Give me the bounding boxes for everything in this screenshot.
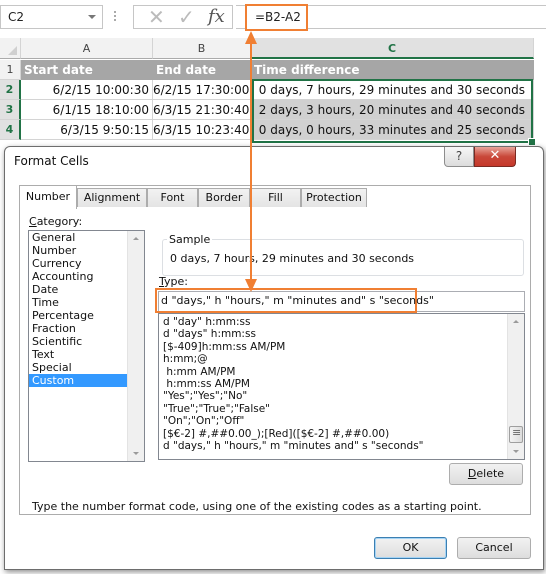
column-header-c[interactable]: C <box>251 38 534 59</box>
help-button[interactable]: ? <box>444 147 474 167</box>
format-code-item[interactable]: "Yes";"Yes";"No" <box>159 390 524 402</box>
format-code-item[interactable]: [$-409]h:mm:ss AM/PM <box>159 341 524 353</box>
category-accounting[interactable]: Accounting <box>29 270 129 283</box>
row-header-3[interactable]: 3 <box>0 100 21 120</box>
row-header-4[interactable]: 4 <box>0 120 21 140</box>
scroll-up-icon[interactable] <box>133 237 139 240</box>
cell-a3[interactable]: 6/1/15 18:10:00 <box>21 100 153 120</box>
category-percentage[interactable]: Percentage <box>29 309 129 322</box>
category-currency[interactable]: Currency <box>29 257 129 270</box>
row-header-1[interactable]: 1 <box>0 60 21 80</box>
close-button[interactable]: ✕ <box>474 147 516 167</box>
format-code-item[interactable]: [$€-2] #,##0.00_);[Red]([$€-2] #,##0.00) <box>159 428 524 440</box>
grip-icon[interactable] <box>114 11 116 23</box>
format-code-item[interactable]: h:mm:ss AM/PM <box>159 378 524 390</box>
cell-c1[interactable]: Time difference <box>251 60 534 80</box>
delete-button[interactable]: Delete <box>449 463 523 485</box>
cancel-icon[interactable]: ✕ <box>148 6 165 28</box>
cell-a2[interactable]: 6/2/15 10:00:30 <box>21 80 153 100</box>
spreadsheet-grid: A B C 1 2 3 4 Start date End date Time d… <box>0 38 546 148</box>
tab-protection[interactable]: Protection <box>301 188 367 207</box>
category-number[interactable]: Number <box>29 244 129 257</box>
enter-icon[interactable]: ✓ <box>178 6 195 28</box>
name-box[interactable]: C2 <box>0 5 103 29</box>
category-list[interactable]: General Number Currency Accounting Date … <box>28 230 145 462</box>
type-input[interactable]: d "days," h "hours," m "minutes and" s "… <box>155 288 434 313</box>
scroll-down-icon[interactable] <box>133 452 139 455</box>
format-code-item[interactable]: d "days," h "hours," m "minutes and" s "… <box>159 440 524 452</box>
annotation-arrow-down-icon <box>245 279 257 292</box>
dialog-title: Format Cells <box>14 154 89 168</box>
format-code-list[interactable]: d "day" h:mm:ss d "days" h:mm:ss [$-409]… <box>158 313 525 460</box>
chevron-down-icon[interactable] <box>88 15 96 19</box>
tab-border[interactable]: Border <box>198 188 250 207</box>
cell-b1[interactable]: End date <box>153 60 251 80</box>
format-code-item[interactable]: h:mm;@ <box>159 353 524 365</box>
tab-fill[interactable]: Fill <box>250 188 301 207</box>
category-date[interactable]: Date <box>29 283 129 296</box>
sample-label: Sample <box>167 233 213 246</box>
cell-c4[interactable]: 0 days, 0 hours, 33 minutes and 25 secon… <box>251 120 534 140</box>
format-code-scrollbar[interactable] <box>507 314 524 459</box>
category-time[interactable]: Time <box>29 296 129 309</box>
formula-buttons: ✕ ✓ fx <box>133 5 233 29</box>
format-code-item[interactable]: d "day" h:mm:ss <box>159 316 524 328</box>
category-custom[interactable]: Custom <box>29 374 129 387</box>
category-scrollbar[interactable] <box>127 231 144 461</box>
ok-button[interactable]: OK <box>374 537 447 559</box>
cell-a1[interactable]: Start date <box>21 60 153 80</box>
format-code-item[interactable]: h:mm AM/PM <box>159 366 524 378</box>
format-code-item[interactable]: "True";"True";"False" <box>159 403 524 415</box>
formula-input[interactable]: =B2-A2 <box>245 4 308 31</box>
column-header-a[interactable]: A <box>21 38 153 59</box>
name-box-value: C2 <box>8 10 25 24</box>
category-general[interactable]: General <box>29 231 129 244</box>
cell-c2[interactable]: 0 days, 7 hours, 29 minutes and 30 secon… <box>251 80 534 100</box>
sample-value: 0 days, 7 hours, 29 minutes and 30 secon… <box>170 252 415 265</box>
formula-bar: C2 ✕ ✓ fx =B2-A2 <box>0 0 546 40</box>
category-scientific[interactable]: Scientific <box>29 335 129 348</box>
cell-b2[interactable]: 6/2/15 17:30:00 <box>153 80 251 100</box>
hint-text: Type the number format code, using one o… <box>32 500 482 513</box>
tab-number[interactable]: Number <box>19 185 77 209</box>
cell-a4[interactable]: 6/3/15 9:50:15 <box>21 120 153 140</box>
cancel-button[interactable]: Cancel <box>457 537 531 559</box>
cell-b3[interactable]: 6/3/15 21:30:40 <box>153 100 251 120</box>
scroll-up-icon[interactable] <box>513 320 519 323</box>
cell-c3[interactable]: 2 days, 3 hours, 20 minutes and 40 secon… <box>251 100 534 120</box>
category-fraction[interactable]: Fraction <box>29 322 129 335</box>
insert-function-icon[interactable]: fx <box>208 6 225 28</box>
select-all-button[interactable] <box>0 38 21 59</box>
format-code-item[interactable]: d "days" h:mm:ss <box>159 328 524 340</box>
row-header-2[interactable]: 2 <box>0 80 21 100</box>
category-label: Category: <box>29 215 83 228</box>
scroll-down-icon[interactable] <box>513 450 519 453</box>
cell-b4[interactable]: 6/3/15 10:23:40 <box>153 120 251 140</box>
category-text[interactable]: Text <box>29 348 129 361</box>
tab-alignment[interactable]: Alignment <box>77 188 147 207</box>
scroll-thumb[interactable] <box>509 426 523 443</box>
format-cells-dialog: Format Cells ? ✕ Number Alignment Font B… <box>4 146 544 570</box>
format-code-item[interactable]: "On";"On";"Off" <box>159 415 524 427</box>
annotation-connector <box>250 40 252 282</box>
type-label: Type: <box>159 275 188 288</box>
tab-font[interactable]: Font <box>147 188 198 207</box>
column-header-b[interactable]: B <box>153 38 251 59</box>
category-special[interactable]: Special <box>29 361 129 374</box>
